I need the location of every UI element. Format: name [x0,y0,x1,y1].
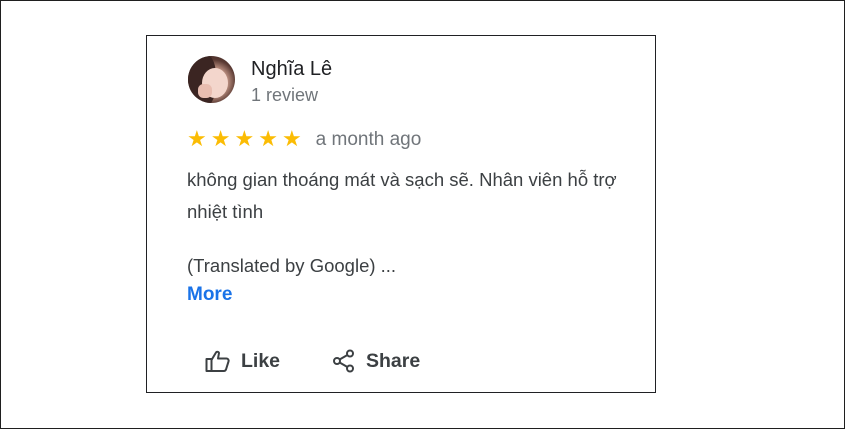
star-icon: ★ [281,127,302,152]
thumbs-up-icon [205,349,231,373]
share-button[interactable]: Share [332,349,420,373]
star-icon: ★ [210,127,231,152]
like-label: Like [241,349,281,372]
avatar[interactable] [188,56,235,103]
review-time: a month ago [315,129,422,150]
review-card: Nghĩa Lê 1 review ★ ★ ★ ★ ★ a month ago khôn… [146,35,656,393]
star-icon: ★ [258,127,278,152]
more-link[interactable]: More [187,284,232,306]
author-review-count: 1 review [251,85,319,105]
star-icon: ★ [234,127,255,152]
author-name[interactable]: Nghĩa Lê [251,58,332,81]
translated-label: (Translated by Google) ... [187,255,397,276]
star-rating: ★ ★ ★ ★ ★ [187,129,302,151]
share-icon [332,349,356,373]
like-button[interactable]: Like [205,349,280,373]
rating-row: ★ ★ ★ ★ ★ a month ago [187,129,421,151]
share-label: Share [366,349,421,372]
star-icon: ★ [187,127,207,152]
review-text: không gian thoáng mát và sạch sẽ. Nhân v… [187,169,617,222]
